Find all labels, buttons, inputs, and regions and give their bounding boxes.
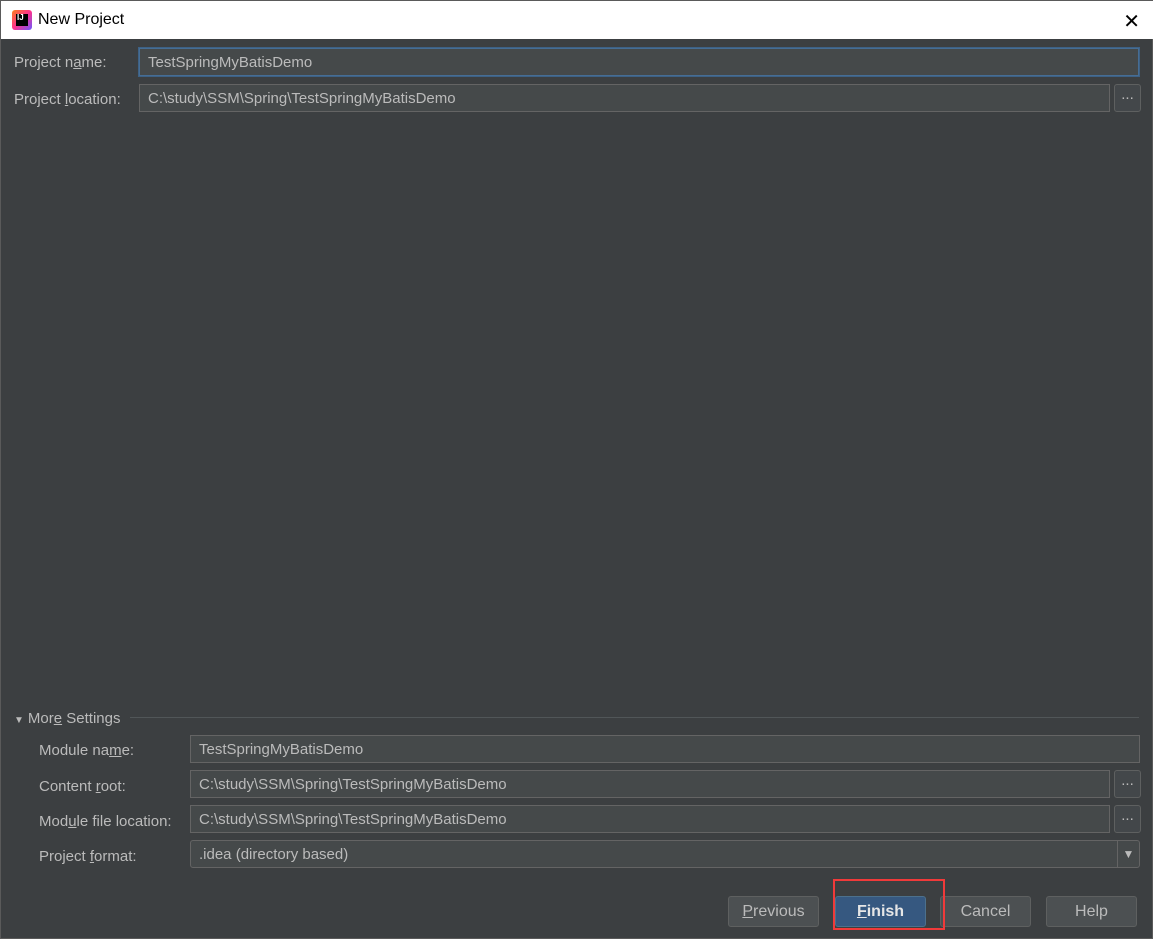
browse-project-location-button[interactable]: ... [1114,84,1141,112]
module-name-label: Module name: [39,742,135,759]
help-button[interactable]: Help [1046,896,1137,927]
window-title: New Project [38,11,125,28]
cancel-button[interactable]: Cancel [940,896,1031,927]
content-root-label: Content root: [39,778,126,795]
more-settings-toggle[interactable]: ▼ More Settings [14,710,120,727]
close-icon[interactable]: ✕ [1123,9,1140,34]
module-name-input[interactable]: TestSpringMyBatisDemo [190,735,1140,763]
project-name-label: Project name: [14,54,107,71]
divider [130,717,1139,718]
chevron-down-icon[interactable]: ▼ [1117,841,1139,867]
project-format-select[interactable]: .idea (directory based) ▼ [190,840,1140,868]
project-format-label: Project format: [39,848,137,865]
intellij-logo-icon: IJ [12,10,32,30]
browse-module-file-location-button[interactable]: ... [1114,805,1141,833]
module-file-location-label: Module file location: [39,813,172,830]
highlight-box [833,879,945,930]
triangle-down-icon: ▼ [14,715,24,726]
module-file-location-input[interactable]: C:\study\SSM\Spring\TestSpringMyBatisDem… [190,805,1110,833]
browse-content-root-button[interactable]: ... [1114,770,1141,798]
content-root-input[interactable]: C:\study\SSM\Spring\TestSpringMyBatisDem… [190,770,1110,798]
previous-button[interactable]: Previous [728,896,819,927]
project-location-input[interactable]: C:\study\SSM\Spring\TestSpringMyBatisDem… [139,84,1110,112]
title-bar: IJ New Project ✕ [1,1,1153,39]
project-name-input[interactable]: TestSpringMyBatisDemo [139,48,1139,76]
project-location-label: Project location: [14,91,121,108]
